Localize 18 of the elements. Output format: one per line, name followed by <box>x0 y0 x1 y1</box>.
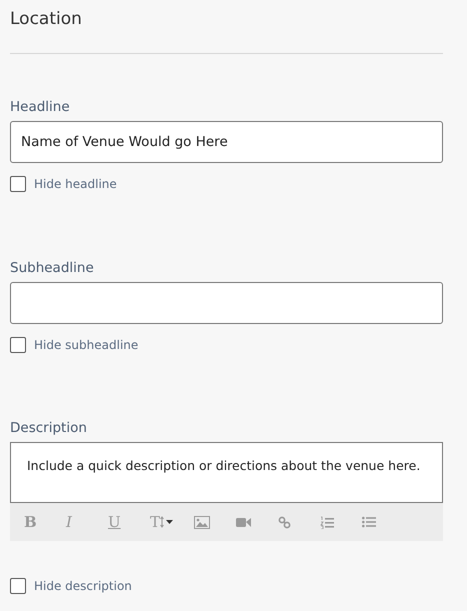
checkbox[interactable] <box>10 337 26 353</box>
resize-caret-icon <box>160 516 174 528</box>
checkbox[interactable] <box>10 176 26 192</box>
underline-button[interactable]: U <box>108 513 150 531</box>
bold-button[interactable]: B <box>24 513 66 531</box>
field-label: Description <box>10 419 87 437</box>
font-size-button[interactable]: T <box>150 513 194 531</box>
input-field[interactable]: Name of Venue Would go Here <box>10 121 443 163</box>
field-label: Headline <box>10 98 70 116</box>
checkbox-label: Hide subheadline <box>34 338 138 352</box>
checkbox[interactable] <box>10 578 26 594</box>
italic-button[interactable]: I <box>66 513 108 531</box>
field-label: Subheadline <box>10 259 94 277</box>
section-title: Location <box>10 8 83 31</box>
text-editor-field[interactable]: Include a quick description or directions about the venue here. <box>10 442 443 503</box>
checkbox-label: Hide description <box>34 579 132 593</box>
input-field[interactable] <box>10 282 443 324</box>
checkbox-label: Hide headline <box>34 177 117 191</box>
